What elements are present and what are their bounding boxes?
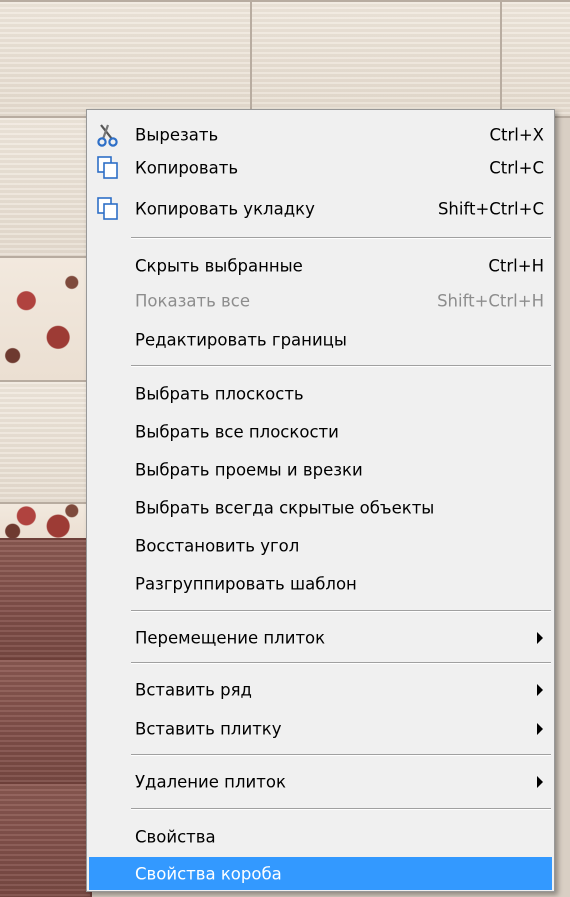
menu-item-delete-tiles[interactable]: Удаление плиток	[89, 765, 552, 798]
menu-separator	[131, 365, 551, 367]
wall-tile	[0, 658, 92, 784]
menu-item-label: Показать все	[135, 291, 250, 310]
menu-item-insert-tile[interactable]: Вставить плитку	[89, 712, 552, 745]
submenu-arrow-icon	[537, 722, 543, 735]
menu-item-label: Выбрать проемы и врезки	[135, 460, 363, 479]
menu-item-select-plane[interactable]: Выбрать плоскость	[89, 377, 552, 410]
menu-item-properties[interactable]: Свойства	[89, 820, 552, 853]
menu-item-cut[interactable]: Вырезать Ctrl+X	[89, 118, 552, 151]
copy-icon	[97, 156, 118, 179]
scissors-icon	[97, 124, 118, 147]
menu-item-label: Вставить плитку	[135, 719, 282, 738]
menu-item-shortcut: Shift+Ctrl+C	[437, 199, 544, 218]
menu-item-shortcut: Ctrl+X	[489, 125, 545, 144]
submenu-arrow-icon	[537, 775, 543, 788]
menu-item-copy-layout[interactable]: Копировать укладку Shift+Ctrl+C	[89, 192, 552, 225]
menu-item-label: Разгруппировать шаблон	[135, 574, 357, 593]
menu-item-select-openings[interactable]: Выбрать проемы и врезки	[89, 453, 552, 486]
menu-item-label: Вставить ряд	[135, 680, 252, 699]
menu-item-label: Удаление плиток	[135, 772, 286, 791]
menu-item-ungroup-template[interactable]: Разгруппировать шаблон	[89, 567, 552, 600]
menu-item-label: Редактировать границы	[135, 330, 347, 349]
menu-item-restore-angle[interactable]: Восстановить угол	[89, 529, 552, 562]
submenu-arrow-icon	[537, 683, 543, 696]
menu-item-insert-row[interactable]: Вставить ряд	[89, 673, 552, 706]
wall-tile	[0, 0, 252, 118]
copy-layout-icon	[97, 197, 118, 220]
menu-item-edit-borders[interactable]: Редактировать границы	[89, 323, 552, 356]
menu-item-label: Перемещение плиток	[135, 628, 326, 647]
menu-item-label: Копировать укладку	[135, 199, 315, 218]
menu-item-box-properties[interactable]: Свойства короба	[89, 857, 552, 890]
menu-item-move-tiles[interactable]: Перемещение плиток	[89, 621, 552, 654]
menu-item-shortcut: Ctrl+H	[488, 256, 544, 275]
menu-item-label: Копировать	[135, 158, 239, 177]
menu-item-label: Свойства короба	[135, 864, 282, 883]
menu-item-label: Выбрать все плоскости	[135, 422, 339, 441]
context-menu: Вырезать Ctrl+X Копировать Ctrl+C Копиро…	[86, 109, 555, 892]
menu-separator	[131, 662, 551, 664]
wall-tile	[0, 782, 92, 897]
menu-item-label: Свойства	[135, 827, 216, 846]
wall-tile	[0, 116, 92, 258]
menu-item-select-all-planes[interactable]: Выбрать все плоскости	[89, 415, 552, 448]
decor-tile	[0, 502, 92, 540]
menu-separator	[131, 808, 551, 810]
menu-item-label: Восстановить угол	[135, 536, 300, 555]
menu-separator	[131, 610, 551, 612]
menu-item-label: Скрыть выбранные	[135, 256, 303, 275]
wall-tile	[0, 538, 92, 660]
menu-item-shortcut: Shift+Ctrl+H	[437, 291, 544, 310]
menu-item-label: Выбрать всегда скрытые объекты	[135, 498, 435, 517]
wall-tile	[250, 0, 502, 118]
menu-item-copy[interactable]: Копировать Ctrl+C	[89, 151, 552, 184]
menu-item-shortcut: Ctrl+C	[489, 158, 544, 177]
menu-item-label: Вырезать	[135, 125, 219, 144]
menu-item-select-hidden-objects[interactable]: Выбрать всегда скрытые объекты	[89, 491, 552, 524]
menu-separator	[131, 237, 551, 239]
submenu-arrow-icon	[537, 631, 543, 644]
menu-item-label: Выбрать плоскость	[135, 384, 304, 403]
decor-tile	[0, 256, 92, 382]
wall-tile	[0, 380, 92, 504]
menu-item-show-all: Показать все Shift+Ctrl+H	[89, 284, 552, 317]
menu-item-hide-selected[interactable]: Скрыть выбранные Ctrl+H	[89, 249, 552, 282]
wall-tile	[500, 0, 570, 118]
menu-separator	[131, 754, 551, 756]
